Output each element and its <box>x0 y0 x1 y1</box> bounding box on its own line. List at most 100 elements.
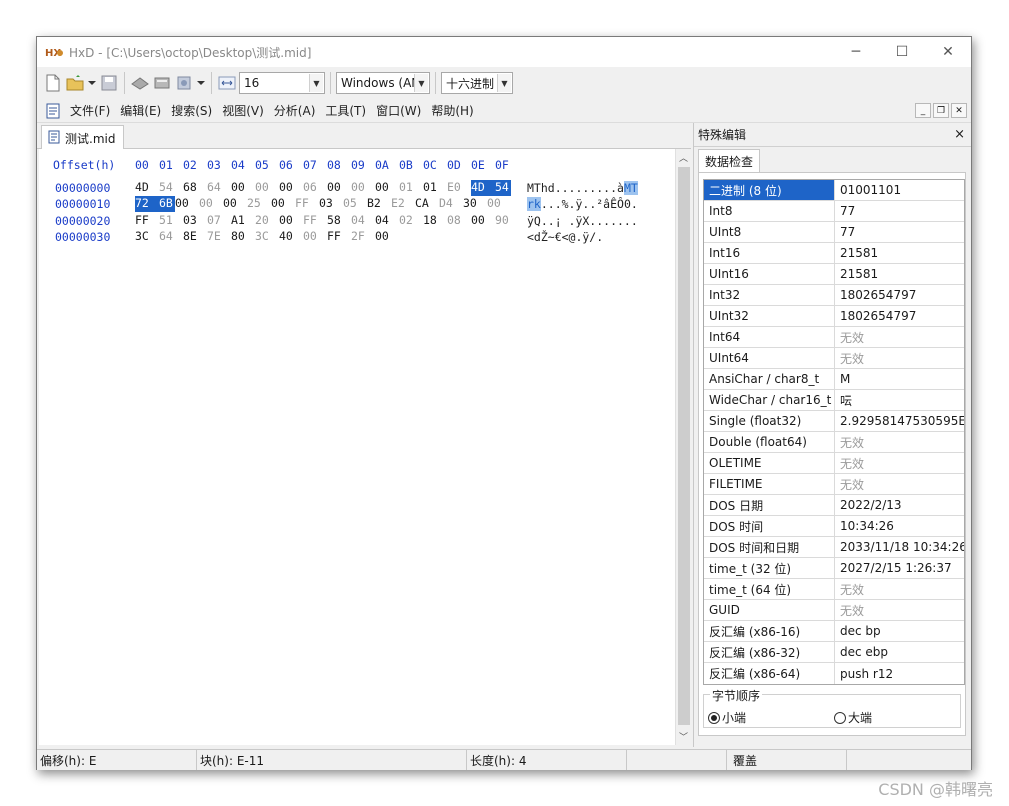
inspector-value[interactable]: 10:34:26 <box>835 516 964 536</box>
hex-byte[interactable]: FF <box>303 213 327 229</box>
hex-byte[interactable]: 00 <box>351 180 375 196</box>
inspector-value[interactable]: 2027/2/15 1:26:37 <box>835 558 964 578</box>
hex-byte[interactable]: 54 <box>495 180 511 196</box>
hex-byte[interactable]: 01 <box>399 180 423 196</box>
inspector-row[interactable]: 二进制 (8 位) 01001101 <box>704 180 964 201</box>
inspector-value[interactable]: 无效 <box>835 600 964 620</box>
inspector-value[interactable]: M <box>835 369 964 389</box>
scroll-up-icon[interactable]: ︿ <box>679 151 688 164</box>
hex-byte[interactable]: 51 <box>159 213 183 229</box>
hex-byte[interactable]: 3C <box>135 229 159 245</box>
charset-select[interactable]: Windows (AN ▼ <box>336 72 430 94</box>
inspector-row[interactable]: GUID 无效 <box>704 600 964 621</box>
hex-byte[interactable]: CA <box>415 196 439 212</box>
inspector-value[interactable]: 1802654797 <box>835 306 964 326</box>
disk-dropdown-icon[interactable] <box>196 73 206 93</box>
inspector-row[interactable]: OLETIME 无效 <box>704 453 964 474</box>
inspector-value[interactable]: 2022/2/13 <box>835 495 964 515</box>
hex-byte[interactable]: 40 <box>279 229 303 245</box>
inspector-row[interactable]: WideChar / char16_t 呍 <box>704 390 964 411</box>
inspector-value[interactable]: 2033/11/18 10:34:26 <box>835 537 964 557</box>
little-endian-radio[interactable]: 小端 <box>708 709 746 726</box>
hex-editor[interactable]: Offset(h) 00 01 02 03 04 05 06 07 08 09 0A 0B 0C 0D 0E… <box>39 149 675 745</box>
hex-byte[interactable]: 03 <box>319 196 343 212</box>
hex-byte[interactable]: 6B <box>159 196 175 213</box>
text-row[interactable]: ÿQ..¡ .ÿX....... <box>527 213 638 229</box>
inspector-row[interactable]: Int32 1802654797 <box>704 285 964 306</box>
inspector-value[interactable]: 无效 <box>835 348 964 368</box>
menu-file[interactable]: 文件(F) <box>65 102 115 119</box>
hex-byte[interactable]: FF <box>135 213 159 229</box>
inspector-row[interactable]: DOS 时间和日期 2033/11/18 10:34:26 <box>704 537 964 558</box>
mdi-restore-button[interactable]: ❐ <box>933 103 949 118</box>
inspector-row[interactable]: 反汇编 (x86-16) dec bp <box>704 621 964 642</box>
inspector-value[interactable]: 无效 <box>835 453 964 473</box>
open-file-icon[interactable] <box>65 73 85 93</box>
close-button[interactable]: ✕ <box>925 37 971 67</box>
inspector-row[interactable]: UInt8 77 <box>704 222 964 243</box>
mdi-close-button[interactable]: ✕ <box>951 103 967 118</box>
hex-byte[interactable]: FF <box>327 229 351 245</box>
text-column[interactable]: MThd.........àMT rk...%.ÿ..²âÊÔ0. ÿQ..¡ .ÿ… <box>527 180 638 245</box>
hex-byte[interactable]: 64 <box>207 180 231 196</box>
hex-byte[interactable]: D4 <box>439 196 463 212</box>
text-row[interactable]: <dŽ~€<@.ÿ/. <box>527 229 638 245</box>
inspector-row[interactable]: time_t (64 位) 无效 <box>704 579 964 600</box>
minimize-button[interactable]: ─ <box>833 37 879 67</box>
hex-row[interactable]: 72 6B 00 00 00 25 00 FF 03 05 B2 E2 CA D4 30 00 <box>135 196 511 213</box>
hex-byte[interactable]: 00 <box>199 196 223 212</box>
text-row[interactable]: MThd.........àMT <box>527 180 638 196</box>
hex-row[interactable]: FF 51 03 07 A1 20 00 FF 58 04 04 02 18 08 00 90 <box>135 213 519 229</box>
inspector-row[interactable]: DOS 时间 10:34:26 <box>704 516 964 537</box>
open-dropdown-icon[interactable] <box>87 73 97 93</box>
tab-data-inspector[interactable]: 数据检查 <box>698 149 761 173</box>
inspector-row[interactable]: UInt64 无效 <box>704 348 964 369</box>
tab-document[interactable]: 测试.mid <box>41 125 125 150</box>
hex-byte[interactable]: FF <box>295 196 319 212</box>
big-endian-radio[interactable]: 大端 <box>834 709 872 726</box>
hex-byte[interactable]: 8E <box>183 229 207 245</box>
menu-tools[interactable]: 工具(T) <box>320 102 371 119</box>
inspector-value[interactable]: 呍 <box>835 390 964 410</box>
hex-row[interactable]: 4D 54 68 64 00 00 00 06 00 00 00 01 01 E0 4D 54 <box>135 180 511 196</box>
hex-byte[interactable]: 00 <box>303 229 327 245</box>
maximize-button[interactable]: ☐ <box>879 37 925 67</box>
menu-help[interactable]: 帮助(H) <box>426 102 478 119</box>
hex-byte[interactable]: 01 <box>423 180 447 196</box>
hex-byte[interactable]: 05 <box>343 196 367 212</box>
hex-byte[interactable]: 90 <box>495 213 519 229</box>
mdi-minimize-button[interactable]: _ <box>915 103 931 118</box>
save-icon[interactable] <box>99 73 119 93</box>
hex-byte[interactable]: A1 <box>231 213 255 229</box>
inspector-value[interactable]: 1802654797 <box>835 285 964 305</box>
inspector-value[interactable]: 无效 <box>835 474 964 494</box>
hex-byte[interactable]: 4D <box>471 180 495 196</box>
inspector-value[interactable]: 无效 <box>835 432 964 452</box>
hex-byte[interactable]: 72 <box>135 196 159 213</box>
inspector-row[interactable]: Int16 21581 <box>704 243 964 264</box>
hex-byte[interactable]: B2 <box>367 196 391 212</box>
inspector-value[interactable]: 01001101 <box>835 180 964 200</box>
inspector-row[interactable]: 反汇编 (x86-32) dec ebp <box>704 642 964 663</box>
hex-byte[interactable]: 2F <box>351 229 375 245</box>
inspector-row[interactable]: time_t (32 位) 2027/2/15 1:26:37 <box>704 558 964 579</box>
hex-byte[interactable]: 00 <box>223 196 247 212</box>
hex-byte[interactable]: 00 <box>375 229 399 245</box>
hex-byte[interactable]: 00 <box>255 180 279 196</box>
hex-byte[interactable]: 00 <box>327 180 351 196</box>
inspector-value[interactable]: dec bp <box>835 621 964 641</box>
inspector-value[interactable]: push r12 <box>835 663 964 684</box>
inspector-value[interactable]: 77 <box>835 201 964 221</box>
hex-byte[interactable]: 00 <box>471 213 495 229</box>
hex-byte[interactable]: 25 <box>247 196 271 212</box>
hex-byte[interactable]: 80 <box>231 229 255 245</box>
inspector-value[interactable]: 无效 <box>835 579 964 599</box>
open-disk-icon[interactable] <box>130 73 150 93</box>
menu-edit[interactable]: 编辑(E) <box>115 102 166 119</box>
inspector-value[interactable]: 无效 <box>835 327 964 347</box>
hex-byte[interactable]: 00 <box>271 196 295 212</box>
menu-analysis[interactable]: 分析(A) <box>269 102 321 119</box>
disk-image-icon[interactable] <box>174 73 194 93</box>
hex-byte[interactable]: 06 <box>303 180 327 196</box>
inspector-value[interactable]: 2.92958147530595E2( <box>835 411 964 431</box>
